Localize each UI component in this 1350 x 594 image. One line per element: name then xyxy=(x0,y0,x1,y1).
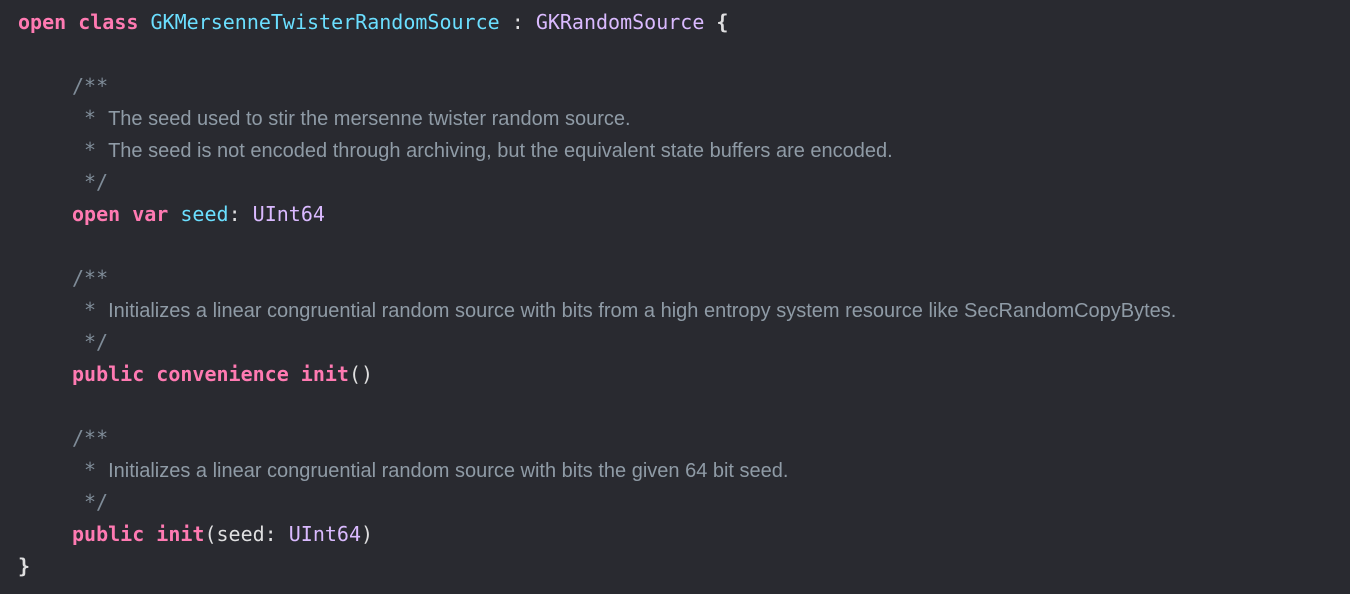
property-name: seed xyxy=(180,202,229,226)
doc-comment-close: */ xyxy=(84,330,109,354)
keyword-convenience: convenience xyxy=(156,362,289,386)
type-name: UInt64 xyxy=(252,202,325,226)
keyword-var: var xyxy=(132,202,169,226)
class-declaration-line: open class GKMersenneTwisterRandomSource… xyxy=(18,8,728,36)
keyword-open: open xyxy=(72,202,121,226)
superclass-name: GKRandomSource xyxy=(535,10,705,34)
keyword-class: class xyxy=(78,10,139,34)
keyword-init: init xyxy=(156,522,205,546)
closing-brace-line: } xyxy=(18,552,30,580)
doc-comment-open: /** xyxy=(72,266,109,290)
parameter-label: (seed: xyxy=(204,522,289,546)
type-name: UInt64 xyxy=(288,522,362,546)
doc-comment-line: * The seed is not encoded through archiv… xyxy=(84,138,893,162)
open-brace: { xyxy=(704,10,729,34)
doc-comment-line: * Initializes a linear congruential rand… xyxy=(84,458,789,482)
colon: : xyxy=(499,10,536,34)
seed-init-line: public init(seed: UInt64) xyxy=(72,520,373,548)
doc-comment-open: /** xyxy=(72,426,109,450)
convenience-init-line: public convenience init() xyxy=(72,360,373,388)
seed-property-line: open var seed: UInt64 xyxy=(72,200,325,228)
close-brace: } xyxy=(18,554,31,578)
doc-comment-line: * Initializes a linear congruential rand… xyxy=(84,298,1177,322)
close-paren: ) xyxy=(361,522,374,546)
keyword-open: open xyxy=(18,10,67,34)
doc-comment-close: */ xyxy=(84,170,109,194)
doc-comment-close: */ xyxy=(84,490,109,514)
class-name: GKMersenneTwisterRandomSource xyxy=(150,10,500,34)
doc-comment-line: * The seed used to stir the mersenne twi… xyxy=(84,106,631,130)
colon: : xyxy=(228,202,253,226)
keyword-init: init xyxy=(300,362,349,386)
keyword-public: public xyxy=(72,362,145,386)
doc-comment-open: /** xyxy=(72,74,109,98)
parentheses: () xyxy=(348,362,374,386)
code-editor[interactable]: open class GKMersenneTwisterRandomSource… xyxy=(0,0,1350,594)
keyword-public: public xyxy=(72,522,145,546)
